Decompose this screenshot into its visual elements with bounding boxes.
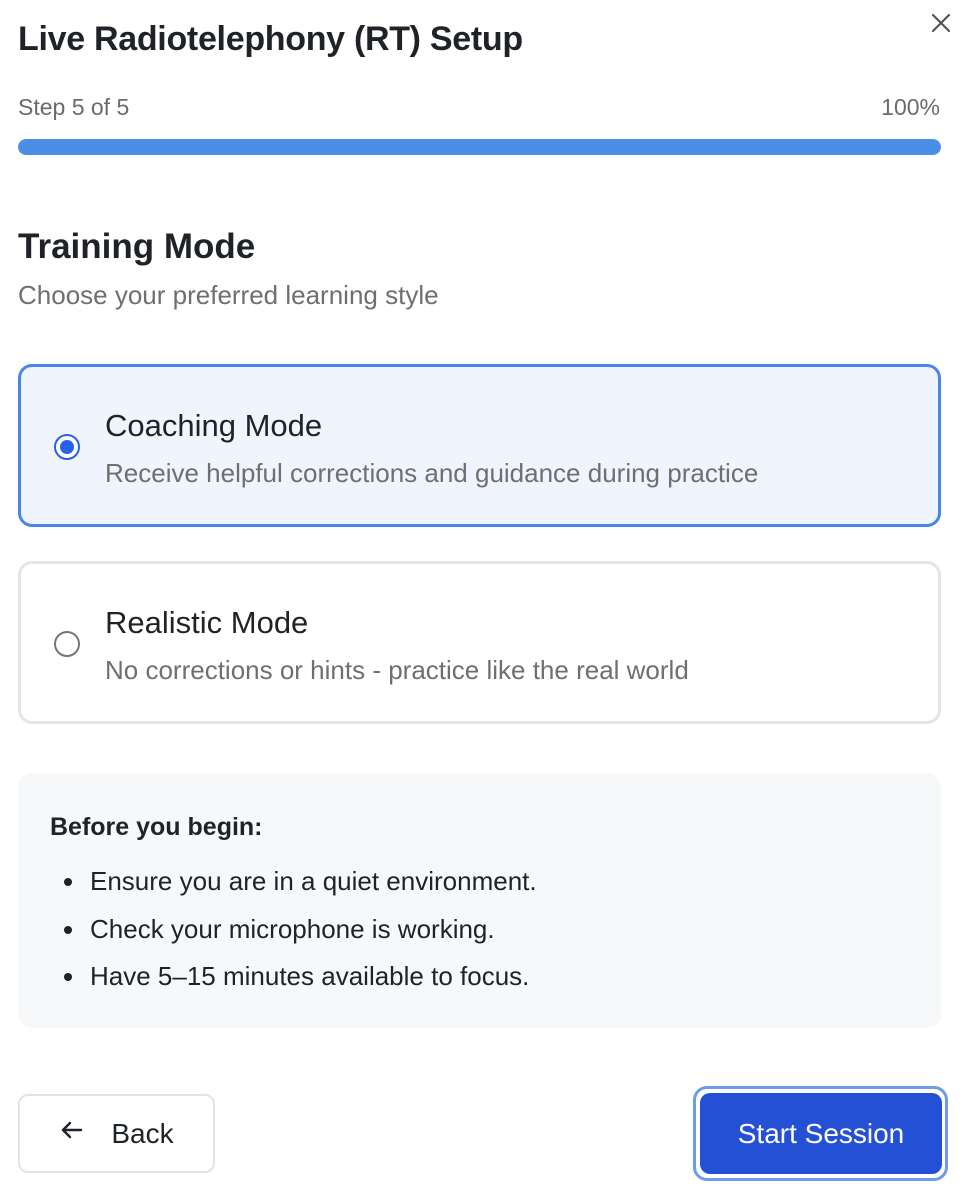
mode-option-realistic[interactable]: Realistic Mode No corrections or hints -… <box>18 561 941 724</box>
section-title: Training Mode <box>18 227 256 266</box>
mode-description: No corrections or hints - practice like … <box>105 655 689 685</box>
before-you-begin-box: Before you begin: Ensure you are in a qu… <box>18 773 941 1028</box>
progress-fill <box>18 139 941 155</box>
arrow-left-icon <box>59 1117 85 1150</box>
list-item: Ensure you are in a quiet environment. <box>64 865 537 913</box>
list-item: Have 5–15 minutes available to focus. <box>64 960 537 1008</box>
mode-option-coaching[interactable]: Coaching Mode Receive helpful correction… <box>18 364 941 527</box>
close-button[interactable] <box>924 8 958 42</box>
back-button[interactable]: Back <box>18 1094 215 1173</box>
checklist: Ensure you are in a quiet environment. C… <box>64 865 537 1008</box>
mode-description: Receive helpful corrections and guidance… <box>105 458 759 488</box>
dialog-title: Live Radiotelephony (RT) Setup <box>18 20 523 58</box>
section-subtitle: Choose your preferred learning style <box>18 280 439 310</box>
progress-bar <box>18 139 941 155</box>
start-session-button[interactable]: Start Session <box>700 1093 942 1174</box>
back-button-label: Back <box>111 1117 174 1149</box>
radio-button[interactable] <box>54 434 80 460</box>
progress-percent: 100% <box>881 94 940 120</box>
list-item: Check your microphone is working. <box>64 913 537 961</box>
mode-title: Coaching Mode <box>105 408 323 443</box>
radio-button[interactable] <box>54 631 80 657</box>
setup-dialog: Live Radiotelephony (RT) Setup Step 5 of… <box>0 0 976 1196</box>
step-label: Step 5 of 5 <box>18 94 130 120</box>
mode-title: Realistic Mode <box>105 605 309 640</box>
close-icon <box>930 12 952 39</box>
checklist-heading: Before you begin: <box>50 813 263 841</box>
